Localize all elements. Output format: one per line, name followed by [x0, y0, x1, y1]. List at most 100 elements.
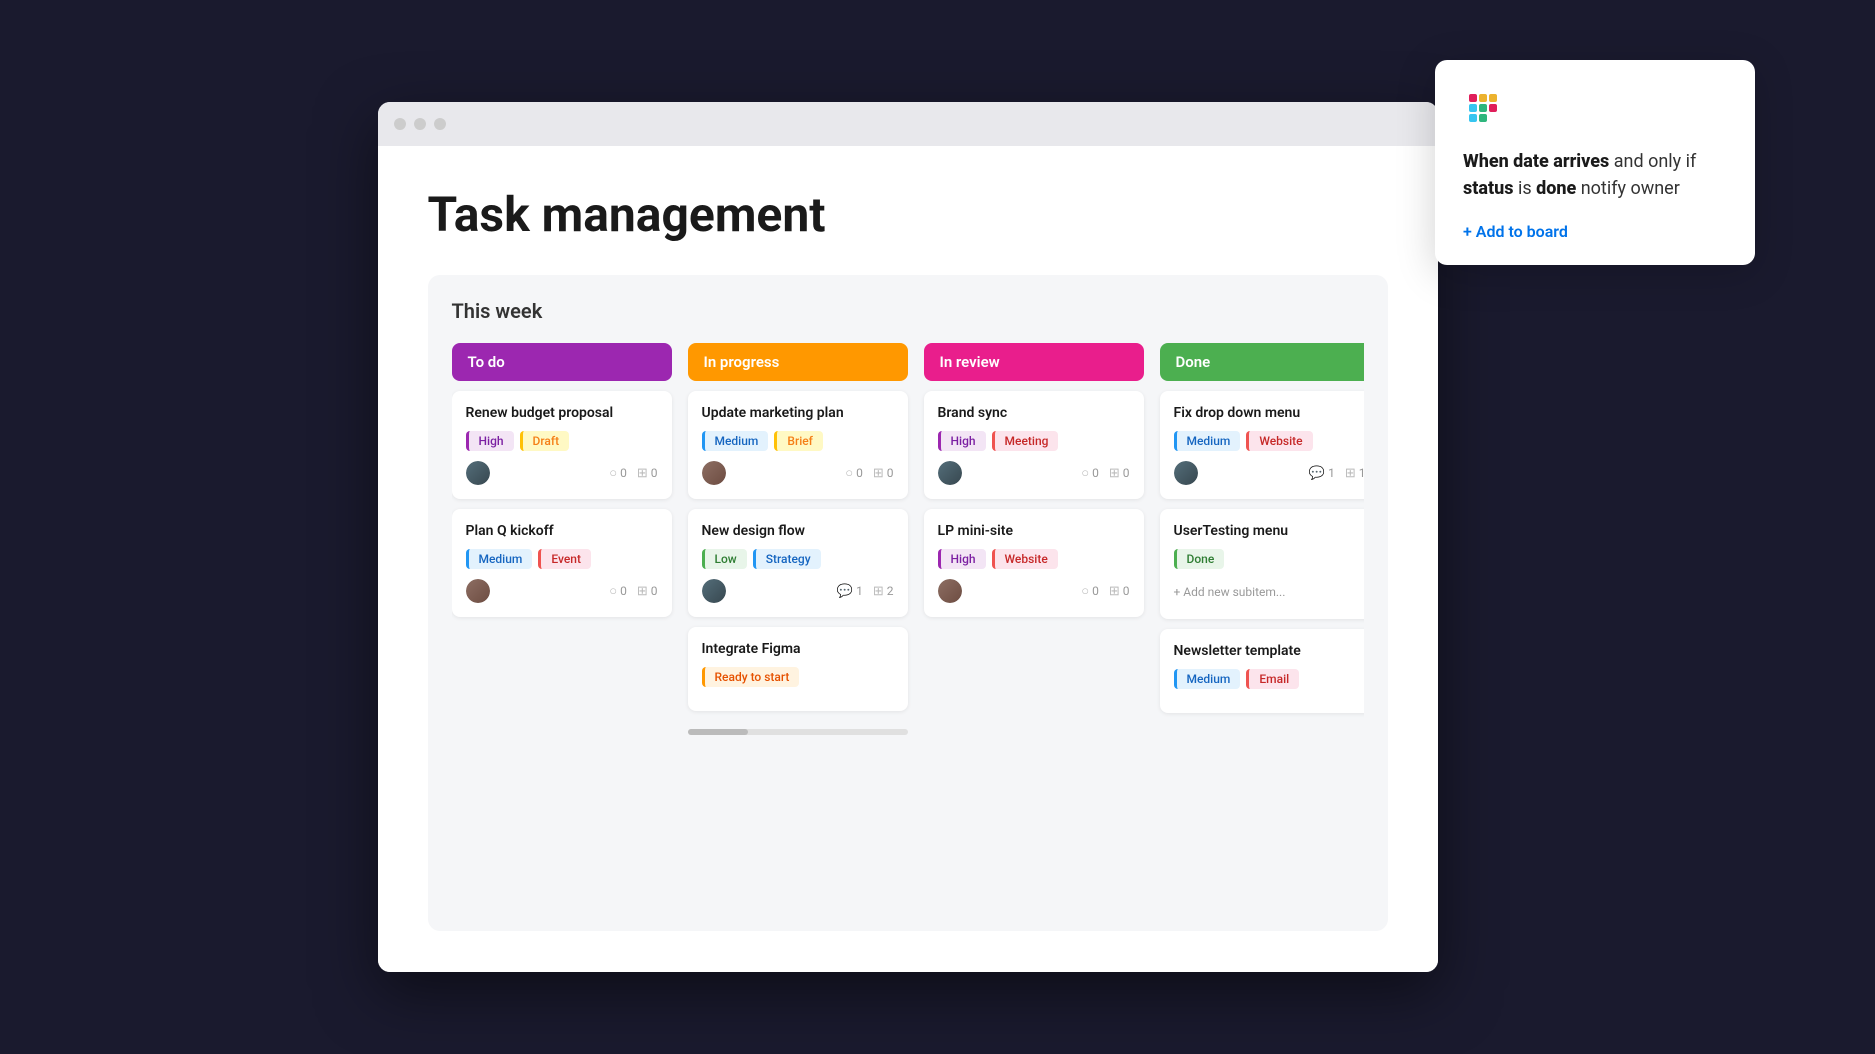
- subitem-icon: ⊞: [873, 466, 884, 481]
- avatar: [938, 579, 962, 603]
- card-tags: Medium Email: [1174, 669, 1364, 689]
- avatar: [702, 579, 726, 603]
- card-meta: ○ 0 ⊞ 0: [1081, 583, 1129, 599]
- tag-meeting: Meeting: [992, 431, 1059, 451]
- popup-when-text: When date arrives: [1463, 151, 1609, 172]
- comment-count: ○ 0: [609, 465, 627, 481]
- browser-content: Task management This week To do Renew bu…: [378, 146, 1438, 972]
- tag-low: Low: [702, 549, 747, 569]
- subitem-add[interactable]: + Add new subitem...: [1174, 579, 1364, 605]
- card-plan-kickoff[interactable]: Plan Q kickoff Medium Event ○ 0: [452, 509, 672, 617]
- subitem-icon: ⊞: [873, 584, 884, 599]
- tag-draft: Draft: [520, 431, 570, 451]
- card-footer: 💬 1 ⊞ 1: [1174, 461, 1364, 485]
- comment-icon: ○: [609, 583, 617, 599]
- comment-count: ○ 0: [609, 583, 627, 599]
- subitem-icon: ⊞: [1109, 584, 1120, 599]
- traffic-dot-close[interactable]: [394, 118, 406, 130]
- card-tags: Low Strategy: [702, 549, 894, 569]
- traffic-dot-minimize[interactable]: [414, 118, 426, 130]
- comment-icon: ○: [1081, 465, 1089, 481]
- card-title: Renew budget proposal: [466, 405, 658, 421]
- column-header-inreview: In review: [924, 343, 1144, 381]
- subitem-count: ⊞ 0: [637, 466, 658, 481]
- browser-titlebar: [378, 102, 1438, 146]
- card-renew-budget[interactable]: Renew budget proposal High Draft ○ 0: [452, 391, 672, 499]
- card-tags: Medium Event: [466, 549, 658, 569]
- card-meta: 💬 1 ⊞ 1: [1309, 466, 1364, 481]
- card-integrate-figma[interactable]: Integrate Figma Ready to start: [688, 627, 908, 711]
- comment-icon: ○: [845, 465, 853, 481]
- card-tags: High Draft: [466, 431, 658, 451]
- subitem-count: ⊞ 0: [1109, 466, 1130, 481]
- traffic-dot-maximize[interactable]: [434, 118, 446, 130]
- card-footer: 💬 1 ⊞ 2: [702, 579, 894, 603]
- tag-medium: Medium: [1174, 669, 1241, 689]
- card-lp-mini-site[interactable]: LP mini-site High Website ○ 0: [924, 509, 1144, 617]
- avatar: [466, 579, 490, 603]
- card-footer: ○ 0 ⊞ 0: [938, 579, 1130, 603]
- column-done: Done Fix drop down menu Medium Website: [1160, 343, 1364, 901]
- tag-medium: Medium: [466, 549, 533, 569]
- card-user-testing[interactable]: UserTesting menu Done + Add new subitem.…: [1160, 509, 1364, 619]
- popup-status-text: status: [1463, 178, 1513, 199]
- card-title: UserTesting menu: [1174, 523, 1364, 539]
- comment-count: 💬 1: [1309, 466, 1335, 481]
- card-title: Brand sync: [938, 405, 1130, 421]
- comment-count: ○ 0: [845, 465, 863, 481]
- card-title: New design flow: [702, 523, 894, 539]
- tag-high: High: [938, 549, 986, 569]
- card-meta: 💬 1 ⊞ 2: [837, 584, 894, 599]
- card-footer: ○ 0 ⊞ 0: [938, 461, 1130, 485]
- columns-wrapper: To do Renew budget proposal High Draft: [452, 343, 1364, 901]
- column-todo: To do Renew budget proposal High Draft: [452, 343, 672, 901]
- tag-event: Event: [538, 549, 591, 569]
- comment-icon: ○: [609, 465, 617, 481]
- browser-window: Task management This week To do Renew bu…: [378, 102, 1438, 972]
- add-to-board-button[interactable]: + Add to board: [1463, 222, 1727, 241]
- tag-medium: Medium: [702, 431, 769, 451]
- comment-count: ○ 0: [1081, 583, 1099, 599]
- subitem-icon: ⊞: [637, 584, 648, 599]
- card-meta: ○ 0 ⊞ 0: [609, 583, 657, 599]
- card-tags: Medium Website: [1174, 431, 1364, 451]
- avatar: [702, 461, 726, 485]
- scrollbar-track[interactable]: [688, 729, 908, 735]
- board-container: This week To do Renew budget proposal Hi…: [428, 275, 1388, 931]
- card-title: LP mini-site: [938, 523, 1130, 539]
- column-header-inprogress: In progress: [688, 343, 908, 381]
- comment-icon: 💬: [837, 584, 853, 599]
- column-inprogress: In progress Update marketing plan Medium…: [688, 343, 908, 901]
- tag-strategy: Strategy: [753, 549, 821, 569]
- card-title: Newsletter template: [1174, 643, 1364, 659]
- card-new-design-flow[interactable]: New design flow Low Strategy 💬 1: [688, 509, 908, 617]
- subitem-count: ⊞ 1: [1345, 466, 1364, 481]
- tag-ready: Ready to start: [702, 667, 800, 687]
- scrollbar-thumb[interactable]: [688, 729, 748, 735]
- card-footer: ○ 0 ⊞ 0: [466, 579, 658, 603]
- subitem-count: ⊞ 0: [1109, 584, 1130, 599]
- column-header-done: Done: [1160, 343, 1364, 381]
- card-meta: ○ 0 ⊞ 0: [609, 465, 657, 481]
- card-tags: Medium Brief: [702, 431, 894, 451]
- card-update-marketing[interactable]: Update marketing plan Medium Brief ○ 0: [688, 391, 908, 499]
- card-fix-dropdown[interactable]: Fix drop down menu Medium Website 💬 1: [1160, 391, 1364, 499]
- subitem-icon: ⊞: [1109, 466, 1120, 481]
- subitem-count: ⊞ 0: [637, 584, 658, 599]
- card-title: Integrate Figma: [702, 641, 894, 657]
- card-meta: ○ 0 ⊞ 0: [1081, 465, 1129, 481]
- comment-icon: ○: [1081, 583, 1089, 599]
- avatar: [938, 461, 962, 485]
- automation-popup: When date arrives and only if status is …: [1435, 60, 1755, 265]
- card-title: Plan Q kickoff: [466, 523, 658, 539]
- tag-high: High: [938, 431, 986, 451]
- tag-brief: Brief: [774, 431, 823, 451]
- subitem-icon: ⊞: [637, 466, 648, 481]
- column-header-todo: To do: [452, 343, 672, 381]
- card-footer: ○ 0 ⊞ 0: [702, 461, 894, 485]
- tag-high: High: [466, 431, 514, 451]
- avatar: [466, 461, 490, 485]
- card-newsletter-template[interactable]: Newsletter template Medium Email: [1160, 629, 1364, 713]
- card-brand-sync[interactable]: Brand sync High Meeting ○ 0: [924, 391, 1144, 499]
- subitem-icon: ⊞: [1345, 466, 1356, 481]
